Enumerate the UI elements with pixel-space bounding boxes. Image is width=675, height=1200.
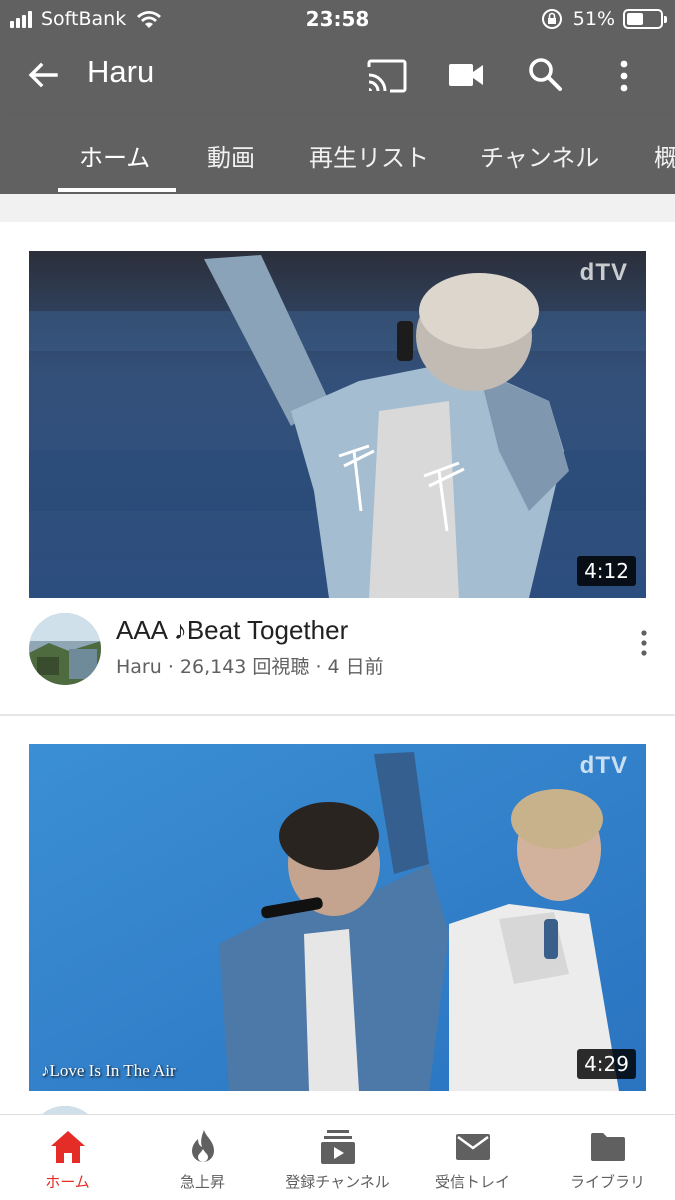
subscriptions-icon xyxy=(321,1130,355,1164)
video-thumbnail[interactable]: dTV 4:12 xyxy=(29,251,646,598)
tab-home[interactable]: ホーム xyxy=(79,138,150,173)
nav-label: 登録チャンネル xyxy=(285,1173,390,1191)
thumbnail-image xyxy=(29,744,646,1091)
thumbnail-image xyxy=(29,251,646,598)
tab-playlists[interactable]: 再生リスト xyxy=(309,138,429,173)
battery-icon xyxy=(623,9,667,29)
nav-subscriptions[interactable]: 登録チャンネル xyxy=(270,1115,405,1200)
channel-title: Haru xyxy=(87,54,155,89)
back-arrow-icon[interactable] xyxy=(26,58,60,92)
nav-label: 急上昇 xyxy=(179,1173,225,1191)
bottom-navigation: ホーム 急上昇 登録チャンネル 受信トレイ ライブラリ xyxy=(0,1114,675,1200)
nav-label: ホーム xyxy=(45,1173,90,1191)
nav-label: 受信トレイ xyxy=(434,1173,510,1191)
tab-channels[interactable]: チャンネル xyxy=(480,138,599,173)
cast-icon[interactable] xyxy=(366,58,408,94)
more-vert-icon[interactable] xyxy=(614,58,634,94)
channel-watermark: dTV xyxy=(579,259,628,286)
avatar[interactable] xyxy=(29,613,101,685)
more-vert-icon[interactable] xyxy=(636,629,652,657)
rotation-lock-icon xyxy=(541,9,562,29)
video-thumbnail[interactable]: dTV ♪Love Is In The Air 4:29 xyxy=(29,744,646,1091)
search-icon[interactable] xyxy=(527,56,563,92)
battery-fill xyxy=(627,13,643,25)
nav-home[interactable]: ホーム xyxy=(0,1115,135,1200)
folder-library-icon xyxy=(591,1133,625,1161)
active-tab-indicator xyxy=(58,188,176,192)
video-metadata: Haru · 26,143 回視聴 · 4 日前 xyxy=(116,656,384,678)
flame-icon xyxy=(192,1130,214,1162)
video-camera-icon[interactable] xyxy=(448,62,484,88)
status-bar: SoftBank 23:58 51% xyxy=(0,0,675,38)
channel-tabs: ホーム 動画 再生リスト チャンネル 概 xyxy=(0,114,675,194)
channel-watermark: dTV xyxy=(579,752,628,779)
tab-about[interactable]: 概 xyxy=(654,138,675,173)
tab-videos[interactable]: 動画 xyxy=(207,138,255,173)
video-duration: 4:29 xyxy=(577,1049,636,1079)
divider xyxy=(0,714,675,716)
video-duration: 4:12 xyxy=(577,556,636,586)
battery-percent: 51% xyxy=(572,8,615,30)
content-top-strip xyxy=(0,194,675,222)
song-caption-overlay: ♪Love Is In The Air xyxy=(41,1061,176,1080)
video-title[interactable]: AAA ♪Beat Together xyxy=(116,615,348,646)
nav-trending[interactable]: 急上昇 xyxy=(135,1115,270,1200)
inbox-mail-icon xyxy=(456,1134,490,1160)
nav-label: ライブラリ xyxy=(569,1173,645,1191)
nav-library[interactable]: ライブラリ xyxy=(540,1115,675,1200)
nav-inbox[interactable]: 受信トレイ xyxy=(405,1115,540,1200)
home-icon xyxy=(51,1131,85,1163)
app-bar: Haru xyxy=(0,38,675,114)
